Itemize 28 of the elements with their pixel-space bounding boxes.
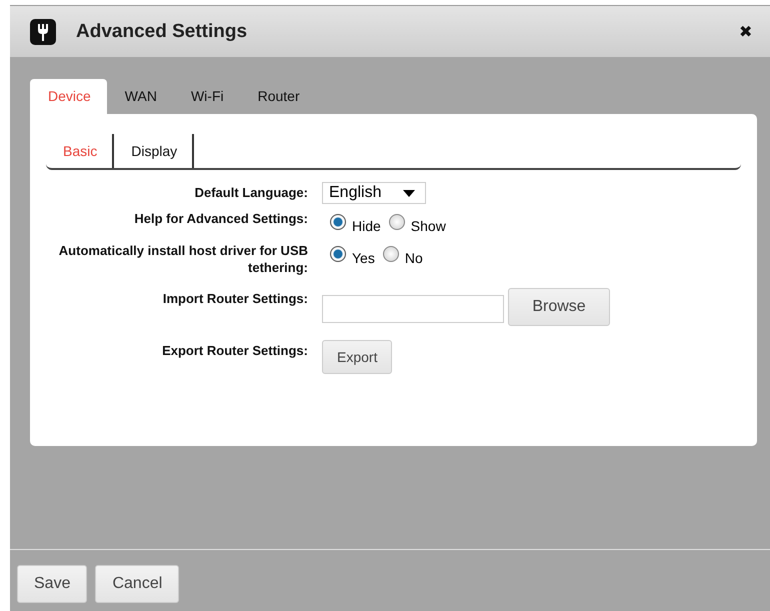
footer-button[interactable]: Save bbox=[17, 565, 88, 603]
caret-icon bbox=[403, 190, 415, 196]
radio-button[interactable] bbox=[388, 214, 405, 230]
window-title: Advanced Settings bbox=[76, 20, 248, 42]
radio-label: No bbox=[404, 250, 423, 266]
file-path-field[interactable] bbox=[322, 294, 504, 322]
radio-button[interactable] bbox=[330, 246, 346, 262]
subtab[interactable]: Basic bbox=[46, 134, 114, 168]
setting-label: Import Router Settings: bbox=[162, 290, 308, 307]
browse-button[interactable]: Browse bbox=[508, 288, 610, 326]
setting-label: Default Language: bbox=[194, 184, 308, 201]
radio-label: Show bbox=[410, 218, 446, 234]
tab[interactable]: Device bbox=[30, 79, 107, 114]
tab[interactable]: WAN bbox=[106, 79, 173, 114]
close-button[interactable]: ✖ bbox=[739, 22, 752, 42]
radio-button[interactable] bbox=[330, 214, 346, 230]
footer-button[interactable]: Cancel bbox=[95, 565, 180, 603]
radio-label: Hide bbox=[352, 218, 381, 234]
radio-label: Yes bbox=[352, 250, 375, 266]
radio-button[interactable] bbox=[382, 246, 399, 262]
subtab[interactable]: Display bbox=[114, 134, 194, 168]
export-button[interactable]: Export bbox=[322, 340, 392, 374]
setting-label: Export Router Settings: bbox=[161, 342, 308, 359]
tab[interactable]: Wi-Fi bbox=[172, 79, 240, 114]
setting-label: Automatically install host driver for USB tethering: bbox=[58, 242, 308, 276]
tab[interactable]: Router bbox=[240, 79, 316, 114]
language-dropdown[interactable]: English bbox=[322, 182, 426, 204]
setting-label: Help for Advanced Settings: bbox=[133, 210, 308, 227]
